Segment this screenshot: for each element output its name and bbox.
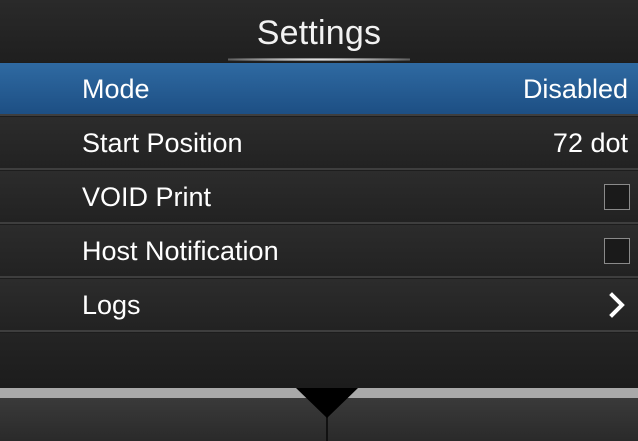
- softkey-left[interactable]: [0, 398, 326, 441]
- host-notification-checkbox[interactable]: [604, 238, 630, 264]
- settings-item-logs[interactable]: Logs: [0, 279, 638, 332]
- settings-item-label: VOID Print: [82, 182, 212, 212]
- settings-item-mode[interactable]: Mode Disabled: [0, 63, 638, 116]
- chevron-right-icon: [609, 292, 625, 318]
- settings-item-void-print[interactable]: VOID Print: [0, 171, 638, 224]
- settings-item-start-position[interactable]: Start Position 72 dot: [0, 117, 638, 170]
- title-underline: [228, 58, 410, 61]
- triangle-down-icon[interactable]: [296, 388, 358, 418]
- start-position-value: 72 dot: [552, 128, 628, 158]
- void-print-checkbox[interactable]: [604, 184, 630, 210]
- mode-value: Disabled: [522, 74, 628, 104]
- empty-list-area: [0, 333, 638, 388]
- page-title: Settings: [256, 14, 382, 52]
- settings-item-label: Logs: [82, 290, 141, 320]
- settings-item-label: Start Position: [82, 128, 243, 158]
- settings-item-label: Host Notification: [82, 236, 279, 266]
- settings-item-host-notification[interactable]: Host Notification: [0, 225, 638, 278]
- title-bar: Settings: [0, 0, 638, 62]
- printer-settings-screen: Settings Mode Disabled Start Position 72…: [0, 0, 638, 441]
- softkey-right[interactable]: [328, 398, 638, 441]
- settings-item-label: Mode: [82, 74, 150, 104]
